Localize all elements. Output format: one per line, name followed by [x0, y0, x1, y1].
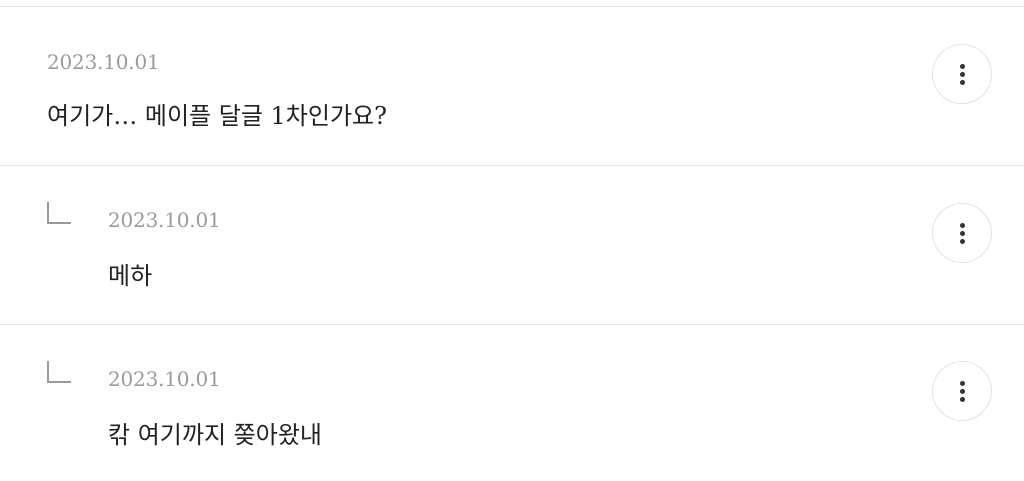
reply-item: 2023.10.01 칶 여기까지 쫒아왔내	[0, 325, 1024, 481]
comment-item: 2023.10.01 여기가… 메이플 달글 1차인가요?	[0, 7, 1024, 166]
more-options-button[interactable]	[932, 361, 992, 421]
comment-date: 2023.10.01	[47, 50, 160, 74]
reply-item: 2023.10.01 메하	[0, 166, 1024, 325]
comment-date: 2023.10.01	[108, 208, 221, 232]
reply-arrow-icon	[47, 361, 71, 383]
comment-text: 칶 여기까지 쫒아왔내	[108, 421, 322, 449]
comment-text: 메하	[108, 262, 153, 290]
more-options-button[interactable]	[932, 44, 992, 104]
reply-arrow-icon	[47, 202, 71, 224]
comment-date: 2023.10.01	[108, 367, 221, 391]
comment-text: 여기가… 메이플 달글 1차인가요?	[47, 102, 387, 130]
more-options-button[interactable]	[932, 203, 992, 263]
